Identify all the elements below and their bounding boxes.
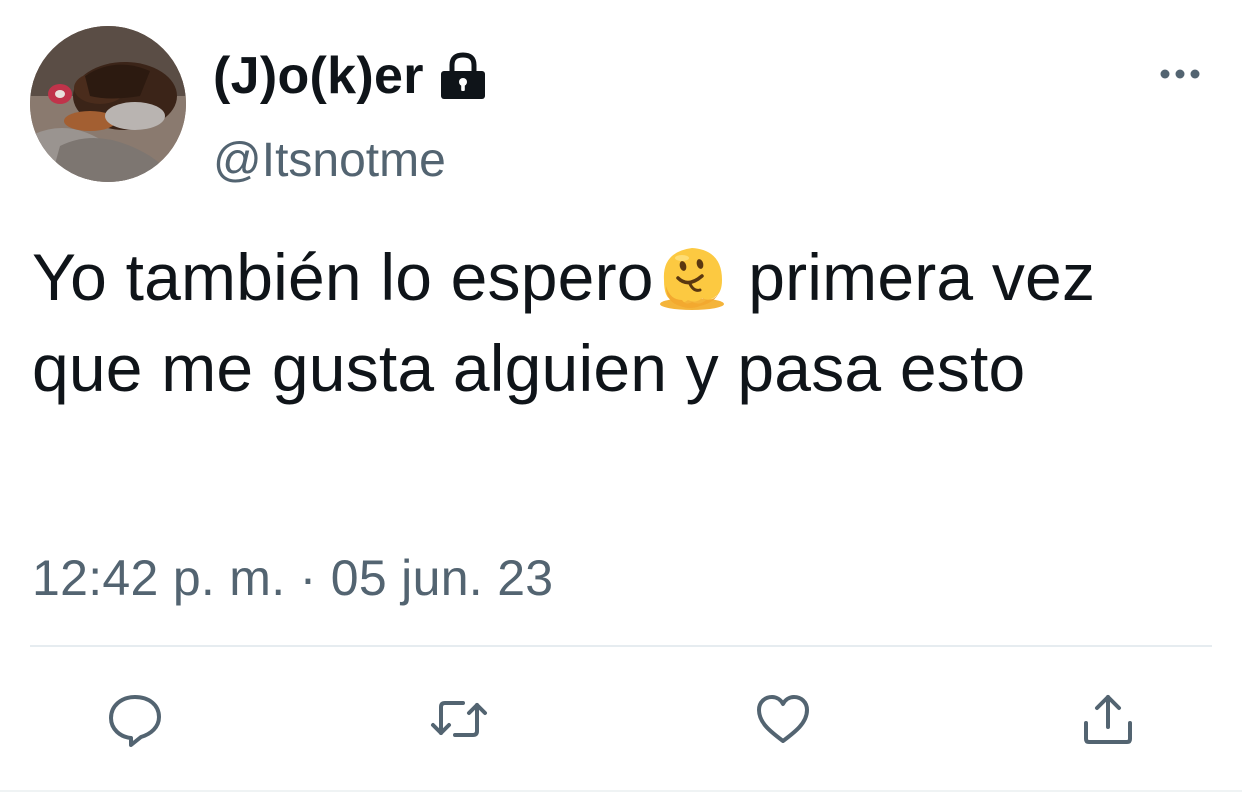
reply-icon bbox=[109, 695, 161, 747]
more-icon bbox=[1160, 69, 1200, 79]
more-options-button[interactable] bbox=[1150, 56, 1210, 92]
share-icon bbox=[1084, 695, 1132, 744]
tweet-text-part1: Yo también lo espero bbox=[32, 240, 654, 314]
lock-icon bbox=[440, 52, 485, 99]
bottom-divider bbox=[0, 790, 1242, 792]
user-handle[interactable]: @Itsnotme bbox=[213, 132, 446, 190]
retweet-button[interactable] bbox=[426, 686, 492, 752]
tweet-timestamp[interactable]: 12:42 p. m. · 05 jun. 23 bbox=[32, 548, 553, 608]
avatar-image bbox=[30, 26, 186, 182]
reply-button[interactable] bbox=[102, 686, 168, 752]
display-name-text: (J)o(k)er bbox=[213, 47, 424, 105]
display-name[interactable]: (J)o(k)er bbox=[213, 44, 490, 108]
heart-icon bbox=[757, 695, 809, 743]
tweet-text: Yo también lo espero primera vez que me … bbox=[32, 232, 1217, 414]
retweet-icon bbox=[431, 701, 487, 737]
share-button[interactable] bbox=[1075, 686, 1141, 752]
like-button[interactable] bbox=[750, 686, 816, 752]
melting-face-icon bbox=[659, 248, 724, 310]
avatar[interactable] bbox=[30, 26, 186, 182]
divider bbox=[30, 645, 1212, 647]
